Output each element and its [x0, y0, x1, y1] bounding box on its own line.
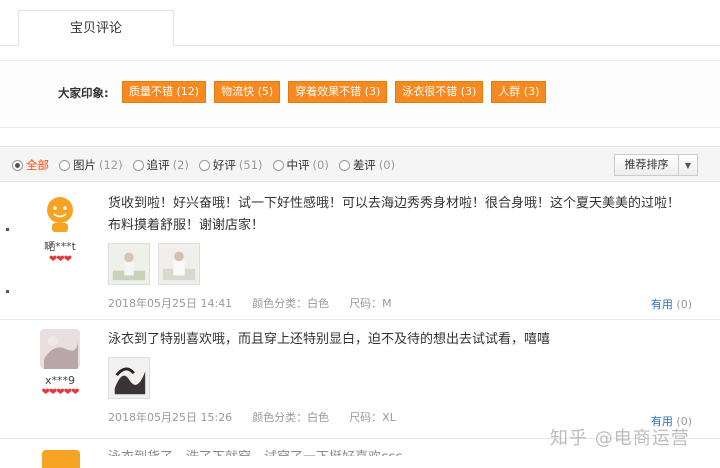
- review-meta: 2018年05月25日 14:41 颜色分类：白色 尺码：M: [108, 295, 692, 311]
- tab-reviews[interactable]: 宝贝评论: [18, 10, 174, 47]
- filter-option-negative[interactable]: 差评 (0): [338, 157, 396, 173]
- review-color: 颜色分类：白色: [252, 297, 330, 310]
- avatar[interactable]: [42, 450, 80, 468]
- sort-select[interactable]: 推荐排序 ▼: [614, 154, 698, 176]
- review-text: 泳衣到了特别喜欢哦，而且穿上还特别显白，迫不及待的想出去试试看，嘻嘻: [108, 332, 551, 347]
- chevron-down-icon[interactable]: ▼: [679, 161, 697, 170]
- filter-option-neutral[interactable]: 中评 (0): [272, 157, 329, 173]
- useful-count: (0): [676, 298, 692, 311]
- review-date: 2018年05月25日 14:41: [108, 297, 233, 310]
- filter-option-count: (51): [238, 158, 263, 172]
- review-photo-thumbnail[interactable]: [158, 243, 200, 285]
- review-filter-bar: 全部 图片 (12) 追评 (2) 好评 (51) 中评 (0) 差评 (0): [0, 146, 720, 182]
- filter-option-label: 全部: [26, 158, 49, 172]
- review-photos: [108, 357, 692, 399]
- filter-option-images[interactable]: 图片 (12): [59, 157, 123, 173]
- review-item: 嗮***t ❤❤❤ 货收到啦！好兴奋哦！试一下好性感哦！可以去海边秀秀身材啦！很…: [0, 183, 720, 320]
- review-size: 尺码：M: [349, 297, 392, 310]
- review-color: 颜色分类：白色: [252, 411, 330, 424]
- filter-option-label: 差评: [352, 158, 376, 172]
- filter-option-count: (2): [172, 158, 189, 172]
- filter-option-label: 中评: [286, 158, 310, 172]
- impression-tag[interactable]: 泳衣很不错 (3): [395, 81, 484, 103]
- filter-option-count: (0): [312, 158, 329, 172]
- filter-option-label: 图片: [73, 158, 96, 172]
- filter-option-count: (12): [99, 158, 123, 172]
- impression-tag[interactable]: 人群 (3): [491, 81, 547, 103]
- filter-option-count: (0): [378, 158, 396, 172]
- filter-option-label: 好评: [212, 158, 236, 172]
- filter-option-all[interactable]: 全部: [12, 157, 49, 173]
- useful-label[interactable]: 有用: [651, 298, 673, 311]
- review-text: 泳衣到货了，洗了下就穿，试穿了一下挺好喜欢ccc: [108, 446, 548, 456]
- review-photo-thumbnail[interactable]: [108, 243, 150, 285]
- avatar[interactable]: [40, 329, 80, 369]
- review-content: 泳衣到了特别喜欢哦，而且穿上还特别显白，迫不及待的想出去试试看，嘻嘻 2018年…: [108, 329, 692, 425]
- radio-icon[interactable]: [59, 159, 70, 171]
- heart-rating-icon: ❤❤❤: [48, 254, 72, 265]
- impression-tags: 质量不错 (12) 物流快 (5) 穿着效果不错 (3) 泳衣很不错 (3) 人…: [122, 81, 554, 103]
- impression-tag[interactable]: 质量不错 (12): [122, 81, 207, 103]
- filter-option-label: 追评: [146, 158, 170, 172]
- impressions-label: 大家印象:: [58, 86, 109, 100]
- radio-icon[interactable]: [338, 159, 350, 171]
- impressions-bar: 大家印象: 质量不错 (12) 物流快 (5) 穿着效果不错 (3) 泳衣很不错…: [0, 60, 720, 128]
- username: 嗮***t: [44, 240, 76, 253]
- review-content: 货收到啦！好兴奋哦！试一下好性感哦！可以去海边秀秀身材啦！很合身哦！这个夏天美美…: [108, 193, 692, 311]
- radio-icon[interactable]: [198, 159, 210, 171]
- watermark: 知乎 @电商运营: [550, 428, 690, 449]
- radio-icon[interactable]: [12, 159, 23, 171]
- review-item: x***9 ❤❤❤❤❤ 泳衣到了特别喜欢哦，而且穿上还特别显白，迫不及待的想出去…: [0, 321, 720, 439]
- heart-rating-icon: ❤❤❤❤❤: [41, 387, 80, 398]
- review-size: 尺码：XL: [349, 411, 396, 424]
- review-meta: 2018年05月25日 15:26 颜色分类：白色 尺码：XL: [108, 409, 692, 425]
- filter-options: 全部 图片 (12) 追评 (2) 好评 (51) 中评 (0) 差评 (0): [12, 157, 405, 173]
- review-photo-thumbnail[interactable]: [108, 357, 150, 399]
- review-photos: [108, 243, 692, 285]
- review-text: 货收到啦！好兴奋哦！试一下好性感哦！可以去海边秀秀身材啦！很合身哦！这个夏天美美…: [108, 196, 681, 233]
- filter-option-followup[interactable]: 追评 (2): [132, 157, 189, 173]
- radio-icon[interactable]: [132, 159, 144, 171]
- review-user: 嗮***t ❤❤❤: [28, 193, 92, 265]
- useful-button[interactable]: 有用 (0): [651, 296, 692, 312]
- avatar[interactable]: [40, 193, 80, 233]
- username: x***9: [44, 374, 75, 387]
- radio-icon[interactable]: [272, 159, 284, 171]
- impression-tag[interactable]: 穿着效果不错 (3): [288, 81, 388, 103]
- review-date: 2018年05月25日 15:26: [108, 411, 233, 424]
- tab-bar: 宝贝评论: [0, 0, 720, 47]
- filter-option-positive[interactable]: 好评 (51): [198, 157, 263, 173]
- review-user: x***9 ❤❤❤❤❤: [28, 329, 92, 398]
- sort-label: 推荐排序: [615, 155, 679, 175]
- impression-tag[interactable]: 物流快 (5): [214, 81, 281, 103]
